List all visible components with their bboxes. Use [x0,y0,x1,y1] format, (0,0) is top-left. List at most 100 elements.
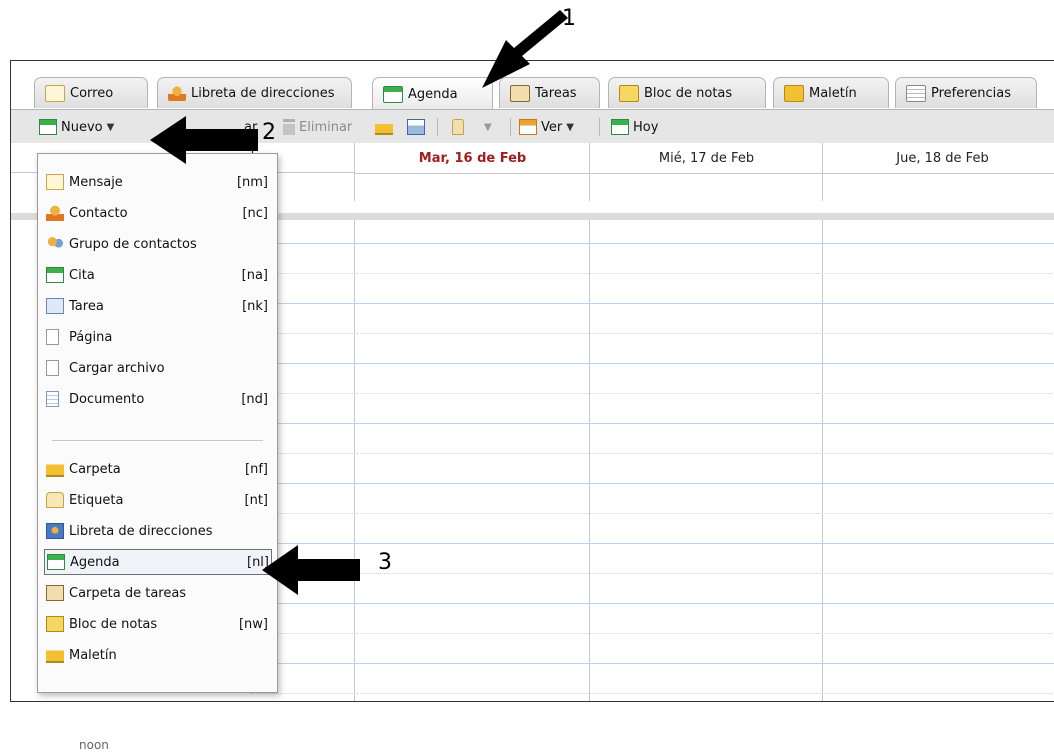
annotation-label-2: 2 [262,120,276,145]
move-folder-icon [375,119,393,135]
menu-item-shortcut: [nf] [245,461,268,477]
print-button[interactable] [407,117,425,137]
chevron-down-icon[interactable]: ▼ [107,122,115,133]
menu-item-label: Mensaje [69,174,123,190]
hour-line [251,363,1054,364]
new-tag-icon [46,492,64,508]
menu-item-shortcut: [nm] [236,174,268,190]
hoy-label: Hoy [633,119,659,135]
new-folder-icon [46,461,64,477]
menu-item-maletin[interactable]: Maletín [46,642,270,668]
menu-item-libreta-de-direcciones[interactable]: Libreta de direcciones [46,518,270,544]
menu-item-label: Carpeta [69,461,121,477]
menu-item-contacto[interactable]: Contacto [nc] [46,200,270,226]
upload-file-icon [46,360,59,376]
menu-item-label: Bloc de notas [69,616,158,632]
tab-correo[interactable]: Correo [34,77,148,108]
menu-item-etiqueta[interactable]: Etiqueta [nt] [46,487,270,513]
tag-icon [452,119,464,135]
trash-icon [283,119,295,135]
new-document-icon [46,391,59,407]
day-header-thursday[interactable]: Jue, 18 de Feb [822,143,1054,174]
half-hour-line [251,633,1054,634]
day-header-today[interactable]: Mar, 16 de Feb [354,143,590,174]
menu-item-carpeta-de-tareas[interactable]: Carpeta de tareas [46,580,270,606]
menu-item-label: Maletín [69,647,117,663]
annotation-arrow-3 [262,545,360,595]
new-contact-icon [46,205,64,221]
menu-item-label: Etiqueta [69,492,124,508]
printer-icon [407,119,425,135]
new-task-icon [46,298,64,314]
day-column-line [589,220,590,701]
menu-item-documento[interactable]: Documento [nd] [46,386,270,412]
hour-line [251,243,1054,244]
all-day-cell[interactable] [822,173,1054,201]
nuevo-label: Nuevo [61,119,103,135]
menu-item-label: Libreta de direcciones [69,523,213,539]
day-header-label: Jue, 18 de Feb [896,150,989,166]
new-message-icon [46,174,64,190]
day-header-label: Mié, 17 de Feb [658,150,755,166]
annotation-arrow-2 [150,116,258,164]
menu-item-label: Agenda [70,554,120,570]
day-header-wednesday[interactable]: Mié, 17 de Feb [589,143,823,174]
preferences-icon [906,84,926,102]
contact-group-icon [46,236,64,252]
tab-bloc-de-notas[interactable]: Bloc de notas [608,77,766,108]
nuevo-dropdown-menu: Mensaje [nm] Contacto [nc] Grupo de cont… [37,153,278,693]
tab-label: Bloc de notas [644,85,733,101]
hour-line [251,603,1054,604]
new-addressbook-icon [46,523,64,539]
move-button[interactable] [375,117,393,137]
menu-item-shortcut: [nc] [242,205,268,221]
day-column-line [822,220,823,701]
today-icon [611,119,629,135]
calendar-icon [383,85,403,103]
tab-preferencias[interactable]: Preferencias [895,77,1037,108]
annotation-label-3: 3 [378,550,392,575]
new-briefcase-icon [46,647,64,663]
notebook-icon [619,84,639,102]
menu-item-label: Página [69,329,113,345]
menu-item-cargar-archivo[interactable]: Cargar archivo [46,355,270,381]
menu-item-pagina[interactable]: Página [46,324,270,350]
menu-item-agenda[interactable]: Agenda [nl] [44,549,272,575]
tab-maletin[interactable]: Maletín [773,77,889,108]
half-hour-line [251,393,1054,394]
menu-item-shortcut: [nw] [238,616,268,632]
chevron-down-icon[interactable]: ▼ [566,122,574,133]
nuevo-button[interactable]: Nuevo ▼ [39,117,114,137]
all-day-cell[interactable] [354,173,590,201]
new-page-icon [46,329,59,345]
hoy-button[interactable]: Hoy [611,117,658,137]
all-day-cell[interactable] [589,173,823,201]
time-label-partial: noon [79,738,109,752]
hour-line [251,423,1054,424]
chevron-down-icon[interactable]: ▼ [484,122,492,133]
tab-label: Correo [70,85,114,101]
menu-item-cita[interactable]: Cita [na] [46,262,270,288]
menu-item-bloc-de-notas[interactable]: Bloc de notas [nw] [46,611,270,637]
hour-line [251,543,1054,544]
ver-label: Ver [541,119,563,135]
task-folder-icon [46,585,64,601]
menu-item-shortcut: [nk] [242,298,268,314]
eliminar-button[interactable]: Eliminar [283,117,352,137]
new-calendar-icon [47,554,65,570]
menu-item-label: Cargar archivo [69,360,165,376]
contacts-icon [168,85,186,101]
menu-item-tarea[interactable]: Tarea [nk] [46,293,270,319]
menu-item-carpeta[interactable]: Carpeta [nf] [46,456,270,482]
ver-button[interactable]: Ver ▼ [519,117,574,137]
tab-label: Libreta de direcciones [191,85,335,101]
menu-item-mensaje[interactable]: Mensaje [nm] [46,169,270,195]
tab-label: Agenda [408,86,458,102]
tag-button[interactable]: ▼ [452,117,492,137]
menu-item-label: Tarea [69,298,104,314]
tab-libreta-de-direcciones[interactable]: Libreta de direcciones [157,77,352,108]
menu-item-grupo-de-contactos[interactable]: Grupo de contactos [46,231,270,257]
envelope-icon [45,84,65,102]
half-hour-line [251,513,1054,514]
hour-line [251,483,1054,484]
